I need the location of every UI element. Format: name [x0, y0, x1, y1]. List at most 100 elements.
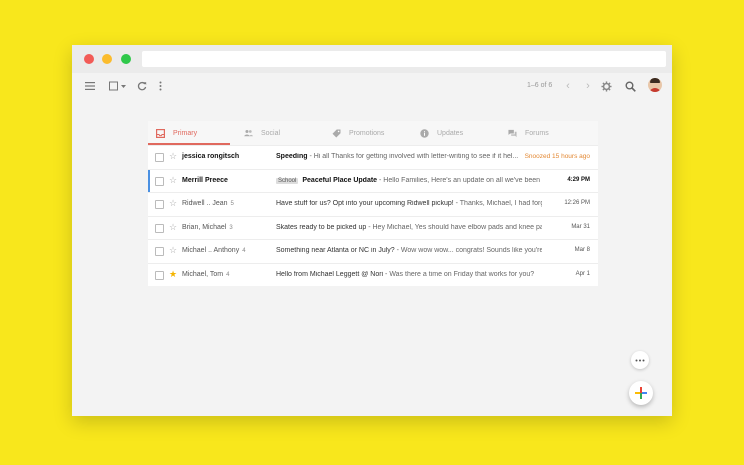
email-date: Mar 31	[571, 223, 590, 230]
email-subject: Skates ready to be picked up	[276, 223, 367, 231]
thread-count: 4	[242, 248, 246, 254]
email-date: Snoozed 15 hours ago	[524, 153, 590, 160]
email-content: Have stuff for us? Opt into your upcomin…	[276, 200, 542, 207]
compose-button[interactable]	[629, 381, 653, 405]
refresh-icon[interactable]	[136, 79, 148, 93]
email-list: ☆ jessica rongitsch Speeding - Hi all Than…	[148, 145, 598, 286]
star-icon[interactable]: ☆	[169, 222, 177, 232]
email-row[interactable]: ★ Michael, Tom 4 Hello from Michael Leggett…	[148, 262, 598, 287]
sender-text: jessica rongitsch	[182, 153, 240, 160]
label-chip[interactable]: School	[276, 177, 299, 184]
tab-primary[interactable]: Primary	[156, 121, 197, 145]
email-date: Mar 8	[574, 247, 590, 253]
email-snippet: - Hey Michael, Yes should have elbow pad…	[366, 223, 542, 231]
email-content: Speeding - Hi all Thanks for getting inv…	[276, 153, 542, 160]
tab-label: Social	[261, 129, 281, 137]
email-subject: Peaceful Place Update	[302, 176, 378, 184]
close-window-button[interactable]	[84, 54, 94, 64]
email-row[interactable]: ☆ Ridwell .. Jean 5 Have stuff for us? Opt …	[148, 192, 598, 216]
select-all-checkbox[interactable]	[109, 79, 127, 93]
search-icon[interactable]	[624, 79, 636, 93]
email-snippet: - Was there a time on Friday that works …	[383, 270, 535, 278]
thread-count: 5	[230, 201, 234, 207]
tab-label: Primary	[173, 129, 198, 137]
sender-text: Brian, Michael	[182, 223, 227, 231]
maximize-window-button[interactable]	[121, 54, 131, 64]
row-checkbox[interactable]	[155, 247, 164, 256]
email-subject: Speeding	[276, 153, 308, 160]
thread-count: 3	[229, 224, 233, 231]
sender-name: jessica rongitsch	[182, 153, 239, 160]
title-bar	[72, 45, 672, 73]
sender-name: Michael .. Anthony 4	[182, 247, 246, 254]
row-checkbox[interactable]	[155, 176, 164, 186]
tab-label: Updates	[437, 129, 464, 137]
more-actions-button[interactable]	[631, 351, 649, 369]
tab-label: Promotions	[349, 129, 385, 137]
email-subject: Something near Atlanta or NC in July?	[276, 247, 395, 254]
star-icon[interactable]: ☆	[169, 151, 177, 161]
email-subject: Have stuff for us? Opt into your upcomin…	[276, 200, 454, 207]
tag-icon	[332, 129, 341, 138]
tab-social[interactable]: Social	[244, 121, 280, 145]
thread-count: 4	[226, 271, 230, 278]
sender-name: Ridwell .. Jean 5	[182, 200, 234, 207]
email-date: Apr 1	[575, 270, 590, 277]
address-bar[interactable]	[142, 51, 666, 67]
more-options-icon[interactable]	[157, 79, 163, 93]
category-tabs: Primary Social Promotions Updates Forums	[148, 121, 598, 145]
forum-icon	[508, 129, 517, 138]
sender-text: Merrill Preece	[182, 176, 228, 184]
row-checkbox[interactable]	[155, 153, 164, 162]
email-snippet: - Wow wow wow... congrats! Sounds like y…	[394, 247, 542, 254]
avatar[interactable]	[648, 78, 662, 92]
row-checkbox[interactable]	[155, 223, 164, 233]
email-row[interactable]: ☆ jessica rongitsch Speeding - Hi all Than…	[148, 145, 598, 169]
email-content: Hello from Michael Leggett @ Nori - Was …	[276, 271, 542, 278]
menu-icon[interactable]	[84, 79, 96, 93]
inbox-icon	[156, 128, 165, 138]
star-icon[interactable]: ★	[169, 269, 177, 279]
avatar-shirt	[649, 88, 661, 92]
tab-promotions[interactable]: Promotions	[332, 121, 384, 145]
plus-icon	[635, 387, 647, 399]
email-date: 12:26 PM	[564, 200, 590, 206]
email-date: 4:29 PM	[567, 176, 590, 183]
row-checkbox[interactable]	[155, 270, 164, 280]
people-icon	[244, 129, 253, 138]
email-subject: Hello from Michael Leggett @ Nori	[276, 270, 384, 278]
star-icon[interactable]: ☆	[169, 245, 177, 255]
sender-name: Michael, Tom 4	[182, 271, 229, 278]
avatar-hair	[650, 78, 660, 83]
email-snippet: - Hi all Thanks for getting involved wit…	[307, 153, 519, 160]
email-content: Something near Atlanta or NC in July? - …	[276, 247, 542, 254]
inbox-panel: Primary Social Promotions Updates Forums…	[148, 121, 598, 286]
email-content: School Peaceful Place Update - Hello Fami…	[276, 177, 542, 184]
email-row[interactable]: ☆ Brian, Michael 3 Skates ready to be picke…	[148, 215, 598, 240]
star-icon[interactable]: ☆	[169, 175, 177, 185]
sender-text: Michael .. Anthony	[182, 247, 240, 254]
browser-window: 1–6 of 6 ‹ › Primary Social Promotions U…	[72, 45, 672, 416]
previous-page-button[interactable]: ‹	[563, 79, 573, 93]
more-horizontal-icon	[635, 359, 645, 361]
email-snippet: - Thanks, Michael, I had forgot...	[455, 200, 542, 207]
email-snippet: - Hello Families, Here's an update on al…	[379, 176, 542, 184]
tab-forums[interactable]: Forums	[508, 121, 549, 145]
sender-text: Ridwell .. Jean	[182, 200, 228, 207]
gear-icon[interactable]	[600, 79, 612, 93]
sender-name: Brian, Michael 3	[182, 224, 233, 231]
star-icon[interactable]: ☆	[169, 198, 177, 208]
sender-text: Michael, Tom	[182, 270, 224, 278]
email-content: Skates ready to be picked up - Hey Micha…	[276, 224, 542, 231]
minimize-window-button[interactable]	[102, 54, 112, 64]
tab-label: Forums	[525, 129, 549, 137]
email-row[interactable]: ☆ Michael .. Anthony 4 Something near Atlan…	[148, 239, 598, 263]
sender-name: Merrill Preece	[182, 177, 228, 184]
email-row[interactable]: ☆ Merrill Preece School Peaceful Place Upda…	[148, 168, 598, 192]
mail-toolbar: 1–6 of 6 ‹ ›	[72, 73, 672, 100]
pagination-count: 1–6 of 6	[527, 82, 553, 89]
tab-updates[interactable]: Updates	[420, 121, 463, 145]
info-icon	[420, 128, 429, 138]
next-page-button[interactable]: ›	[583, 79, 593, 93]
row-checkbox[interactable]	[155, 200, 164, 209]
